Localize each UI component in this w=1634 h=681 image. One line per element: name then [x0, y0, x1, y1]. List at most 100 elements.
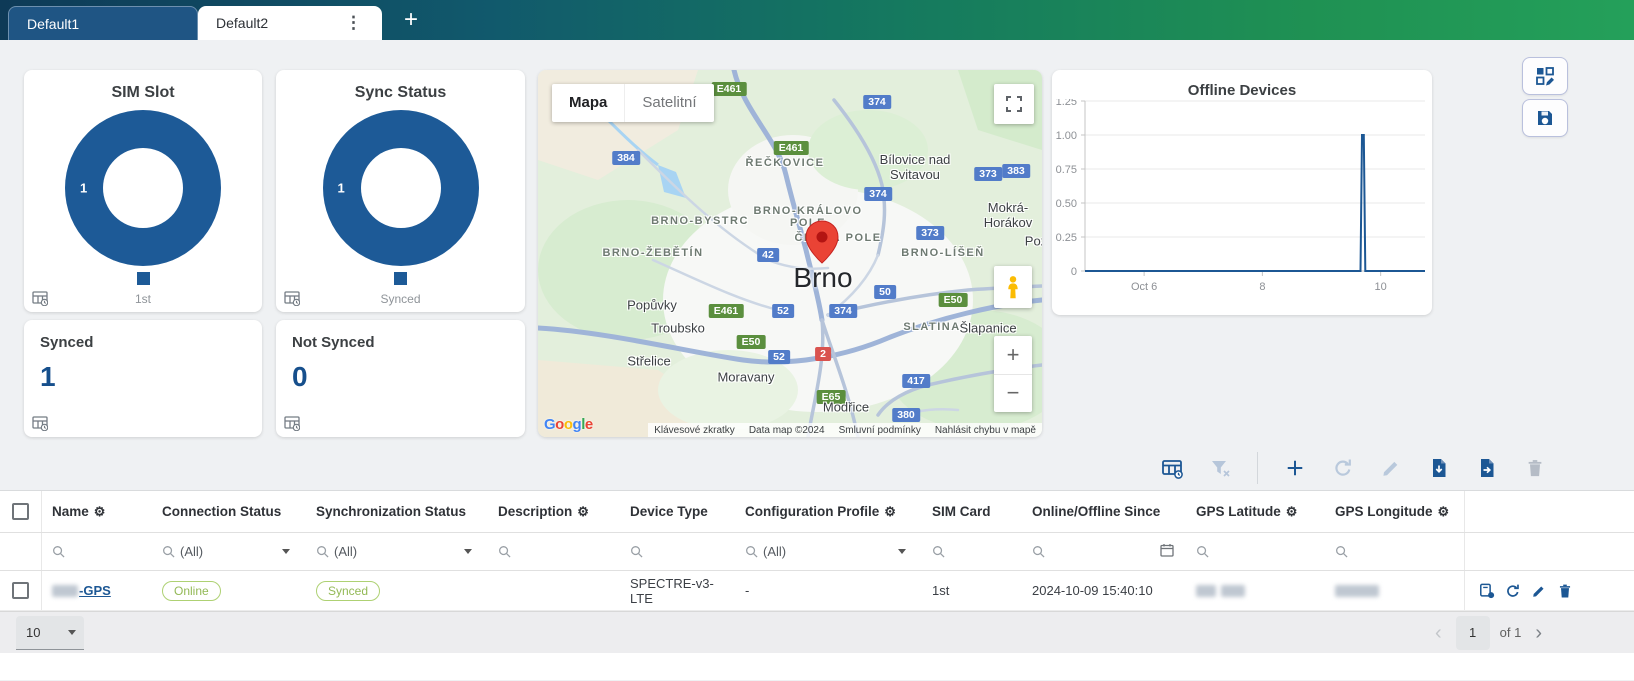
map-shortcuts-link[interactable]: Klávesové zkratky — [654, 425, 735, 436]
cell-gps-longitude — [1325, 571, 1464, 610]
gear-icon[interactable]: ⚙ — [577, 505, 589, 518]
search-icon — [1197, 546, 1209, 558]
filter-cell[interactable]: (All) — [306, 533, 488, 570]
map-fullscreen-button[interactable] — [994, 84, 1034, 124]
column-header-label: GPS Longitude — [1335, 504, 1433, 519]
widget-map: E461 374 384 E461 ŘEČKOVICE Bílovice nad Svit… — [538, 70, 1042, 437]
widget-table-icon[interactable] — [32, 290, 48, 306]
device-config-button[interactable] — [1479, 583, 1495, 599]
filter-cell[interactable] — [620, 533, 735, 570]
export-devices-button[interactable] — [1476, 457, 1498, 479]
widget-title: Sync Status — [354, 84, 447, 101]
save-dashboard-button[interactable] — [1522, 99, 1568, 137]
export-icon — [1481, 458, 1494, 477]
sync-status-donut-chart[interactable] — [322, 110, 479, 266]
donut-legend[interactable]: Synced — [276, 272, 525, 306]
current-page-box[interactable]: 1 — [1455, 615, 1490, 650]
search-icon — [933, 546, 945, 558]
filter-cell[interactable] — [488, 533, 620, 570]
column-header[interactable]: GPS Longitude ⚙ — [1325, 491, 1464, 532]
row-checkbox[interactable] — [12, 582, 29, 599]
column-header[interactable]: Online/Offline Since — [1022, 491, 1186, 532]
delete-device-row-button[interactable] — [1557, 583, 1573, 599]
donut-legend[interactable]: 1st — [24, 272, 262, 306]
cell-name: -GPS — [42, 571, 152, 610]
zoom-out-button[interactable]: − — [994, 375, 1032, 413]
search-icon — [1336, 546, 1348, 558]
filter-select-value[interactable]: (All) — [334, 544, 357, 559]
column-header-label: Configuration Profile — [745, 504, 880, 519]
map-marker-pin[interactable] — [804, 220, 840, 264]
next-page-button[interactable]: › — [1531, 623, 1546, 643]
map-type-satellite-button[interactable]: Satelitní — [624, 84, 713, 122]
column-header[interactable]: Device Type — [620, 491, 735, 532]
cell-gps-latitude — [1186, 571, 1325, 610]
chevron-down-icon[interactable] — [282, 549, 290, 554]
widget-table-icon[interactable] — [32, 415, 48, 431]
widget-table-icon[interactable] — [284, 415, 300, 431]
footer-strip — [0, 653, 1634, 680]
gear-icon[interactable]: ⚙ — [1438, 505, 1450, 518]
filter-cell[interactable] — [1186, 533, 1325, 570]
filter-cell[interactable] — [922, 533, 1022, 570]
edit-device-button[interactable] — [1380, 457, 1402, 479]
clear-filters-button[interactable] — [1209, 457, 1231, 479]
edit-dashboard-button[interactable] — [1522, 57, 1568, 95]
filter-select-value[interactable]: (All) — [180, 544, 203, 559]
app-screen: Default1 Default2 ⋮ + SIM Slot 1 1st Syn… — [0, 0, 1634, 681]
table-row: -GPS Online Synced SPECTRE-v3-LTE - 1st … — [0, 571, 1634, 611]
google-map[interactable]: E461 374 384 E461 ŘEČKOVICE Bílovice nad Svit… — [538, 70, 1042, 437]
table-columns-button[interactable] — [1161, 457, 1183, 479]
edit-device-row-button[interactable] — [1531, 583, 1547, 599]
restart-device-button[interactable] — [1505, 583, 1521, 599]
previous-page-button[interactable]: ‹ — [1431, 623, 1446, 643]
table-columns-icon — [1162, 459, 1183, 479]
street-view-pegman-button[interactable] — [994, 266, 1032, 308]
tab-default1[interactable]: Default1 — [8, 6, 198, 40]
column-header[interactable]: GPS Latitude ⚙ — [1186, 491, 1325, 532]
filter-cell[interactable] — [42, 533, 152, 570]
widget-table-icon[interactable] — [284, 290, 300, 306]
column-header-label: SIM Card — [932, 504, 991, 519]
tab-default2[interactable]: Default2 ⋮ — [198, 6, 382, 40]
row-cell-checkbox — [0, 571, 42, 610]
sim-slot-donut-chart[interactable] — [65, 110, 221, 266]
svg-text:0.50: 0.50 — [1056, 198, 1077, 210]
add-tab-button[interactable]: + — [394, 0, 428, 40]
map-terms-link[interactable]: Smluvní podmínky — [839, 425, 921, 436]
chevron-down-icon[interactable] — [898, 549, 906, 554]
select-all-checkbox[interactable] — [12, 503, 29, 520]
column-header[interactable]: SIM Card — [922, 491, 1022, 532]
device-name-link[interactable]: -GPS — [52, 583, 111, 598]
filter-select-value[interactable]: (All) — [763, 544, 786, 559]
column-header[interactable]: Synchronization Status — [306, 491, 488, 532]
column-header[interactable]: Name ⚙ — [42, 491, 152, 532]
gear-icon[interactable]: ⚙ — [884, 505, 896, 518]
map-report-link[interactable]: Nahlásit chybu v mapě — [935, 425, 1036, 436]
column-header[interactable]: Connection Status — [152, 491, 306, 532]
gear-icon[interactable]: ⚙ — [94, 505, 106, 518]
column-header-label: Online/Offline Since — [1032, 504, 1161, 519]
zoom-in-button[interactable]: + — [994, 336, 1032, 375]
column-header[interactable]: Description ⚙ — [488, 491, 620, 532]
donut-value: 1 — [337, 180, 345, 196]
filter-cell[interactable] — [1022, 533, 1186, 570]
page-size-select[interactable]: 10 — [16, 615, 84, 650]
map-type-map-button[interactable]: Mapa — [552, 84, 624, 122]
filter-cell[interactable]: (All) — [735, 533, 922, 570]
date-filter-button[interactable] — [1160, 543, 1174, 560]
column-header-label: Description — [498, 504, 573, 519]
device-name-suffix: -GPS — [79, 583, 111, 598]
tab-menu-icon[interactable]: ⋮ — [343, 6, 364, 40]
delete-devices-button[interactable] — [1524, 457, 1546, 479]
filter-cell[interactable]: (All) — [152, 533, 306, 570]
add-device-button[interactable] — [1284, 457, 1306, 479]
map-type-control: Mapa Satelitní — [552, 84, 714, 122]
filter-cell[interactable] — [1325, 533, 1464, 570]
import-devices-button[interactable] — [1428, 457, 1450, 479]
offline-devices-line-chart[interactable]: 0 0.25 0.50 0.75 1.00 1.25 Oct 6 8 10 — [1052, 96, 1432, 304]
chevron-down-icon[interactable] — [464, 549, 472, 554]
column-header[interactable]: Configuration Profile ⚙ — [735, 491, 922, 532]
refresh-device-button[interactable] — [1332, 457, 1354, 479]
gear-icon[interactable]: ⚙ — [1286, 505, 1298, 518]
